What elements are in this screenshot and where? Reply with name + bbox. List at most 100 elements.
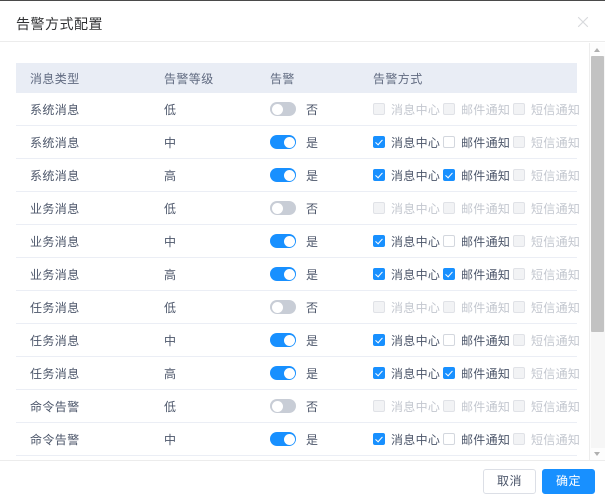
checkbox-box-icon: [443, 235, 455, 247]
alarm-way-checkbox[interactable]: 邮件通知: [443, 134, 513, 151]
chevron-down-icon[interactable]: [590, 448, 605, 460]
cell-alarm-ways: 消息中心 邮件通知 短信通知: [359, 125, 580, 159]
scrollbar-thumb[interactable]: [591, 56, 604, 332]
checkbox-box-icon: [443, 202, 455, 214]
chevron-up-icon[interactable]: [590, 44, 605, 56]
cell-alarm-level: 中: [150, 125, 256, 159]
cell-alarm-level: 高: [150, 158, 256, 192]
alarm-toggle-switch[interactable]: [270, 102, 296, 116]
alarm-way-checkbox[interactable]: 邮件通知: [443, 431, 513, 448]
alarm-toggle-switch[interactable]: [270, 201, 296, 215]
alarm-way-checkbox[interactable]: 邮件通知: [443, 332, 513, 349]
cell-alarm-toggle: 是: [256, 422, 359, 456]
alarm-way-checkbox[interactable]: 消息中心: [373, 266, 443, 283]
cell-message-type: 命令告警: [16, 422, 150, 456]
cell-alarm-level: 中: [150, 422, 256, 456]
alarm-way-checkbox[interactable]: 消息中心: [373, 167, 443, 184]
alarm-config-table: 消息类型 告警等级 告警 告警方式 系统消息低否消息中心 邮件通知 短信通知 系统消息…: [16, 63, 581, 456]
alarm-way-label: 短信通知: [531, 168, 581, 183]
alarm-way-checkbox[interactable]: 消息中心: [373, 431, 443, 448]
alarm-toggle-switch[interactable]: [270, 267, 296, 281]
alarm-way-label: 短信通知: [531, 102, 581, 117]
alarm-way-checkbox[interactable]: 邮件通知: [443, 266, 513, 283]
table-row: 业务消息低 否 消息中心 邮件通知 短信通知: [16, 191, 580, 225]
checkbox-box-icon: [513, 400, 525, 412]
alarm-way-checkbox[interactable]: 消息中心: [373, 365, 443, 382]
alarm-toggle-switch[interactable]: [270, 300, 296, 314]
alarm-toggle-switch[interactable]: [270, 432, 296, 446]
alarm-toggle-switch[interactable]: [270, 333, 296, 347]
alarm-way-label: 短信通知: [531, 432, 581, 447]
checkbox-box-icon: [443, 136, 455, 148]
alarm-way-label: 邮件通知: [461, 300, 511, 315]
vertical-scrollbar[interactable]: [589, 43, 605, 461]
cell-alarm-toggle: 是: [256, 125, 359, 159]
table-row: 系统消息中 是 消息中心 邮件通知 短信通知: [16, 125, 580, 159]
cell-alarm-toggle: 是: [256, 257, 359, 291]
cell-alarm-ways: 消息中心 邮件通知 短信通知: [359, 158, 581, 192]
alarm-way-label: 消息中心: [391, 234, 441, 249]
confirm-button[interactable]: 确定: [541, 469, 595, 494]
alarm-way-checkbox: 短信通知: [513, 233, 583, 250]
table-body: 系统消息低否消息中心 邮件通知 短信通知 系统消息中是消息中心 邮件通知 短信通知 系统消息…: [16, 93, 581, 456]
alarm-way-checkbox: 消息中心: [373, 200, 443, 217]
column-header-alarm: 告警: [256, 63, 359, 93]
alarm-way-label: 消息中心: [391, 366, 441, 381]
alarm-way-label: 消息中心: [391, 333, 441, 348]
alarm-toggle-switch[interactable]: [270, 168, 296, 182]
column-header-alarm-level: 告警等级: [150, 63, 256, 93]
toggle-knob: [283, 334, 295, 346]
alarm-way-checkbox: 短信通知: [513, 365, 583, 382]
checkbox-box-icon: [443, 301, 455, 313]
checkbox-box-icon: [443, 169, 455, 181]
cell-alarm-toggle: 是: [256, 224, 359, 258]
alarm-toggle-label: 是: [306, 135, 319, 150]
cell-alarm-level: 低: [150, 93, 256, 126]
checkbox-box-icon: [373, 334, 385, 346]
checkbox-box-icon: [373, 103, 385, 115]
toggle-knob: [271, 103, 283, 115]
alarm-toggle-label: 是: [306, 267, 319, 282]
alarm-way-label: 短信通知: [531, 135, 581, 150]
alarm-toggle-switch[interactable]: [270, 234, 296, 248]
alarm-way-checkbox[interactable]: 消息中心: [373, 134, 443, 151]
alarm-toggle-switch[interactable]: [270, 135, 296, 149]
table-row: 命令告警中 是 消息中心 邮件通知 短信通知: [16, 422, 581, 456]
alarm-way-checkbox[interactable]: 邮件通知: [443, 365, 513, 382]
cell-alarm-ways: 消息中心 邮件通知 短信通知: [359, 389, 580, 423]
alarm-way-label: 短信通知: [531, 366, 581, 381]
cell-alarm-ways: 消息中心 邮件通知 短信通知: [359, 323, 581, 357]
checkbox-box-icon: [373, 301, 385, 313]
toggle-knob: [271, 202, 283, 214]
alarm-toggle-switch[interactable]: [270, 399, 296, 413]
table-row: 系统消息低 否 消息中心 邮件通知 短信通知: [16, 93, 581, 126]
alarm-way-label: 消息中心: [391, 168, 441, 183]
alarm-way-label: 消息中心: [391, 135, 441, 150]
alarm-way-checkbox[interactable]: 邮件通知: [443, 233, 513, 250]
alarm-toggle-switch[interactable]: [270, 366, 296, 380]
cell-alarm-level: 低: [150, 389, 256, 423]
checkbox-box-icon: [443, 367, 455, 379]
alarm-way-checkbox[interactable]: 邮件通知: [443, 167, 513, 184]
alarm-way-checkbox: 短信通知: [513, 134, 583, 151]
alarm-way-label: 短信通知: [531, 333, 581, 348]
cell-message-type: 任务消息: [16, 323, 150, 357]
alarm-toggle-label: 是: [306, 432, 319, 447]
alarm-config-table-wrapper: 消息类型 告警等级 告警 告警方式 系统消息低否消息中心 邮件通知 短信通知 系统消息…: [16, 63, 581, 456]
alarm-way-checkbox[interactable]: 消息中心: [373, 233, 443, 250]
alarm-way-label: 邮件通知: [461, 168, 511, 183]
alarm-toggle-label: 否: [306, 399, 319, 414]
alarm-way-label: 邮件通知: [461, 399, 511, 414]
checkbox-box-icon: [373, 400, 385, 412]
alarm-way-label: 短信通知: [531, 267, 581, 282]
alarm-way-checkbox[interactable]: 消息中心: [373, 332, 443, 349]
checkbox-box-icon: [513, 301, 525, 313]
checkbox-box-icon: [513, 169, 525, 181]
alarm-way-label: 消息中心: [391, 102, 441, 117]
cancel-button[interactable]: 取消: [482, 469, 536, 494]
close-icon[interactable]: [575, 14, 591, 30]
toggle-knob: [283, 235, 295, 247]
alarm-way-label: 邮件通知: [461, 333, 511, 348]
cell-message-type: 系统消息: [16, 93, 150, 126]
alarm-toggle-label: 是: [306, 234, 319, 249]
